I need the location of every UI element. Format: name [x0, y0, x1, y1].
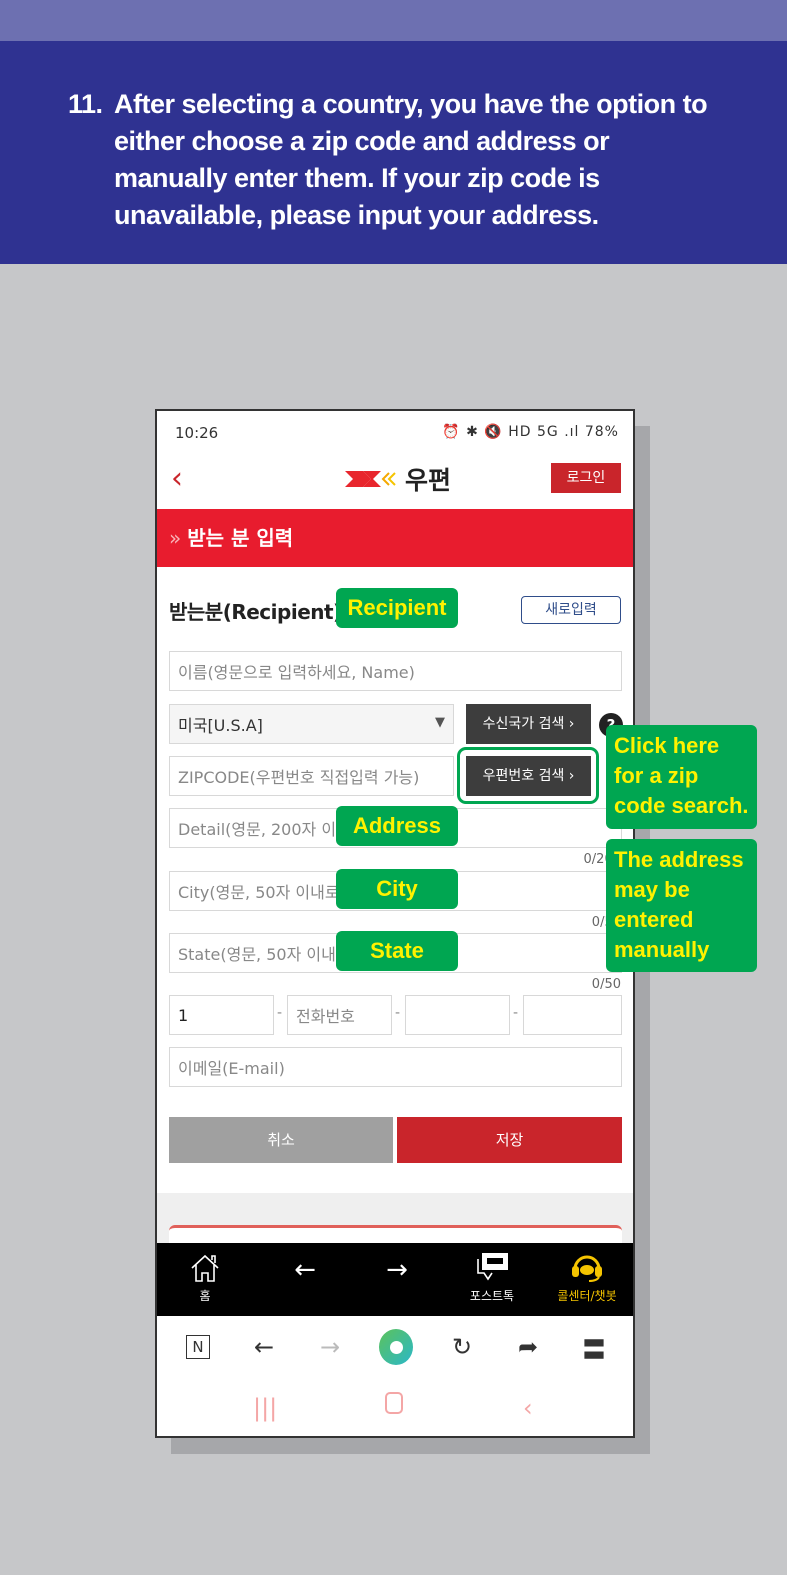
zipcode-button-highlight — [457, 747, 599, 804]
cancel-button[interactable]: 취소 — [169, 1117, 393, 1163]
phone-part3-input[interactable] — [523, 995, 622, 1035]
post-logo-icon — [345, 471, 396, 487]
whale-icon[interactable] — [379, 1329, 413, 1365]
double-chevron-icon: » — [169, 526, 182, 550]
phone-part2-input[interactable] — [405, 995, 510, 1035]
nav-posttalk-label: 포스트톡 — [469, 1289, 515, 1303]
arrow-left-icon: ← — [294, 1255, 316, 1285]
country-select[interactable]: 미국[U.S.A] ▼ — [169, 704, 454, 744]
country-value: 미국[U.S.A] — [178, 716, 263, 735]
step-description: After selecting a country, you have the … — [114, 89, 708, 230]
system-back-icon[interactable]: ‹ — [523, 1394, 533, 1422]
logo-text: 우편 — [405, 466, 452, 495]
nav-back[interactable]: ← — [277, 1243, 333, 1316]
section-title: 받는 분 입력 — [187, 526, 294, 550]
save-button[interactable]: 저장 — [397, 1117, 622, 1163]
nav-home[interactable]: 홈 — [177, 1243, 233, 1316]
chevron-left-icon[interactable]: ‹ — [171, 461, 183, 496]
zipcode-input[interactable]: ZIPCODE(우편번호 직접입력 가능) — [169, 756, 454, 796]
arrow-right-icon: → — [386, 1255, 408, 1285]
status-bar: 10:26 ⏰ ✱ 🔇 HD 5G .ıl 78% — [157, 411, 633, 453]
name-input[interactable]: 이름(영문으로 입력하세요, Name) — [169, 651, 622, 691]
section-header: » 받는 분 입력 — [157, 509, 633, 567]
app-bar: ‹ 우편 로그인 — [157, 453, 633, 509]
next-card-edge — [169, 1225, 622, 1245]
phone-screenshot: 10:26 ⏰ ✱ 🔇 HD 5G .ıl 78% ‹ 우편 로그인 » 받는 분… — [155, 409, 635, 1438]
refresh-icon[interactable]: ↻ — [445, 1330, 479, 1364]
bottom-nav: 홈 ← → 포스트톡 콜센터/챗봇 — [157, 1243, 633, 1316]
n-icon[interactable]: N — [181, 1330, 215, 1364]
forward-icon[interactable]: → — [313, 1330, 347, 1364]
phone-separator: - — [277, 1005, 283, 1021]
new-input-button[interactable]: 새로입력 — [521, 596, 621, 624]
city-callout: City — [336, 869, 458, 909]
country-search-button[interactable]: 수신국가 검색 › — [466, 704, 591, 744]
headset-icon — [547, 1243, 627, 1287]
recipient-title: 받는분(Recipient) — [169, 600, 342, 624]
share-icon[interactable]: ➦ — [511, 1330, 545, 1364]
login-button[interactable]: 로그인 — [551, 463, 621, 493]
state-counter: 0/50 — [591, 977, 621, 992]
state-callout: State — [336, 931, 458, 971]
phone-separator: - — [395, 1005, 401, 1021]
browser-toolbar: N ← → ↻ ➦ 〓 — [157, 1316, 633, 1378]
email-input[interactable]: 이메일(E-mail) — [169, 1047, 622, 1087]
step-number: 11. — [68, 89, 103, 119]
menu-icon[interactable]: 〓 — [577, 1330, 611, 1364]
dropdown-arrow-icon: ▼ — [435, 715, 445, 730]
recipient-callout: Recipient — [336, 588, 458, 628]
recent-apps-icon[interactable]: ||| — [253, 1394, 277, 1422]
status-time: 10:26 — [175, 424, 219, 442]
home-button-icon[interactable] — [385, 1392, 403, 1420]
post-logo: 우편 — [343, 461, 451, 497]
status-icons: ⏰ ✱ 🔇 HD 5G .ıl 78% — [442, 424, 619, 440]
top-strip — [0, 0, 787, 41]
back-icon[interactable]: ← — [247, 1330, 281, 1364]
phone-country-code-input[interactable]: 1 — [169, 995, 274, 1035]
nav-callcenter-label: 콜센터/챗봇 — [557, 1289, 617, 1303]
manual-entry-callout: The address may be entered manually — [606, 839, 757, 972]
nav-callcenter[interactable]: 콜센터/챗봇 — [547, 1243, 627, 1316]
nav-posttalk[interactable]: 포스트톡 — [457, 1243, 527, 1316]
phone-separator: - — [513, 1005, 519, 1021]
nav-forward[interactable]: → — [369, 1243, 425, 1316]
home-icon — [177, 1243, 233, 1287]
address-callout: Address — [336, 806, 458, 846]
chat-icon — [457, 1243, 527, 1287]
instruction-text: 11. After selecting a country, you have … — [68, 86, 728, 234]
system-nav-bar: ||| ‹ — [157, 1378, 633, 1436]
zipcode-search-callout: Click here for a zip code search. — [606, 725, 757, 829]
nav-home-label: 홈 — [199, 1289, 211, 1303]
phone-part1-input[interactable]: 전화번호 — [287, 995, 392, 1035]
